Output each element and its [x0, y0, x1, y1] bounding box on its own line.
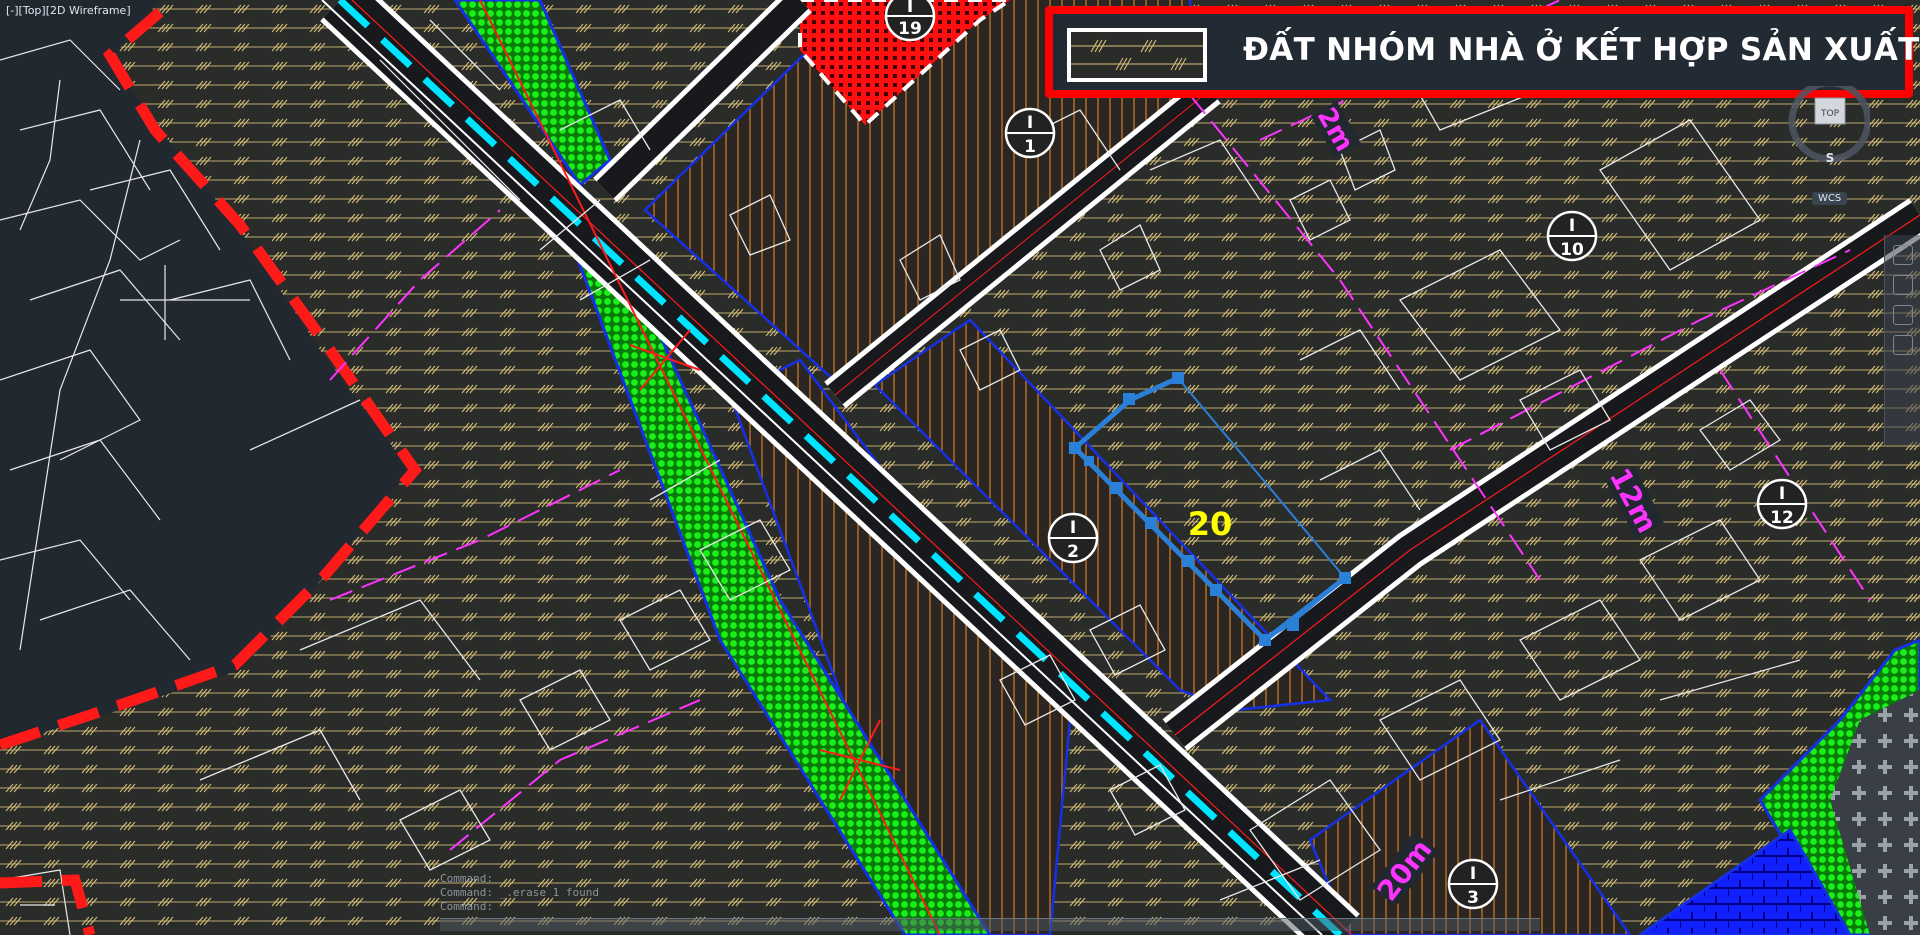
- pan-icon[interactable]: [1893, 245, 1913, 265]
- compass-south-label: S: [1826, 151, 1835, 165]
- lot-marker-top: I: [907, 0, 913, 17]
- command-history-line: Command:: [440, 872, 493, 885]
- lot-marker-number: 19: [898, 19, 922, 39]
- viewport-controls[interactable]: [-][Top][2D Wireframe]: [4, 4, 133, 17]
- lot-marker-top: I: [1569, 216, 1575, 236]
- lot-marker-top: I: [1027, 113, 1033, 133]
- showmotion-icon[interactable]: [1893, 335, 1913, 355]
- lot-marker-number: 10: [1560, 240, 1584, 260]
- legend-swatch: [1067, 28, 1207, 82]
- command-line-window[interactable]: Command: Command: _.erase 1 found Comman…: [440, 872, 1540, 935]
- lot-marker-top: I: [1779, 484, 1785, 504]
- lot-marker-2[interactable]: I 2: [1047, 512, 1099, 564]
- lot-marker-12[interactable]: I 12: [1756, 478, 1808, 530]
- ucs-menu[interactable]: WCS: [1812, 192, 1848, 205]
- command-input[interactable]: [440, 918, 1540, 931]
- orbit-icon[interactable]: [1893, 305, 1913, 325]
- selected-lot-label: 20: [1188, 505, 1233, 543]
- legend-label: ĐẤT NHÓM NHÀ Ở KẾT HỢP SẢN XUẤT: [1243, 32, 1920, 68]
- lot-marker-top: I: [1070, 518, 1076, 538]
- zoom-icon[interactable]: [1893, 275, 1913, 295]
- cad-drawing-canvas[interactable]: I 19 I 1 I 10 I 2 I 12 I 3 20 2m 12m 20m: [0, 0, 1920, 935]
- lot-marker-number: 12: [1770, 508, 1794, 528]
- navigation-bar[interactable]: [1884, 235, 1920, 445]
- lot-marker-1[interactable]: I 1: [1004, 107, 1056, 159]
- command-history-line: Command: _.erase 1 found: [440, 886, 599, 899]
- lot-marker-number: 2: [1067, 542, 1079, 562]
- lot-marker-10[interactable]: I 10: [1546, 210, 1598, 262]
- lot-marker-number: 1: [1024, 137, 1036, 157]
- lot-marker-19[interactable]: I 19: [884, 0, 936, 42]
- legend-box: ĐẤT NHÓM NHÀ Ở KẾT HỢP SẢN XUẤT: [1045, 6, 1919, 98]
- viewcube[interactable]: TOP S: [1775, 86, 1870, 166]
- command-history-line: Command:: [440, 900, 493, 913]
- viewcube-face-label: TOP: [1820, 109, 1840, 119]
